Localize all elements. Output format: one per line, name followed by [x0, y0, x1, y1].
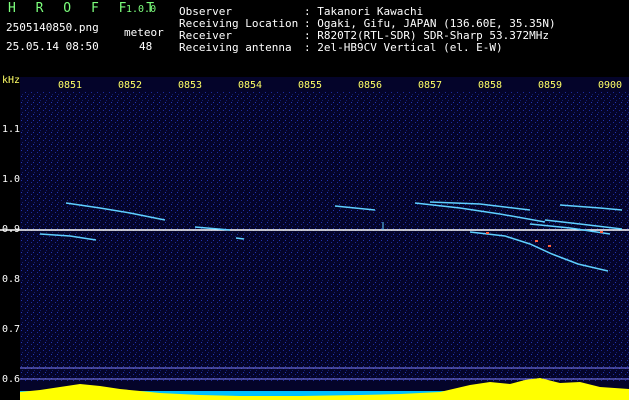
x-tick-label: 0858	[478, 80, 503, 91]
x-tick-label: 0859	[538, 80, 563, 91]
noise-texture	[20, 92, 629, 382]
x-tick-label: 0852	[118, 80, 143, 91]
x-tick-label: 0855	[298, 80, 323, 91]
x-tick-label: 0851	[58, 80, 83, 91]
x-tick-label: 0900	[598, 80, 623, 91]
x-tick-label: 0856	[358, 80, 383, 91]
x-tick-label: 0854	[238, 80, 263, 91]
y-tick-label: 0.7	[2, 324, 21, 335]
hotspot	[535, 240, 538, 242]
x-tick-label: 0853	[178, 80, 203, 91]
spectrogram-overlay	[0, 92, 629, 400]
y-tick-label: 0.6	[2, 374, 21, 385]
hotspot	[548, 245, 551, 247]
hotspot	[486, 232, 489, 234]
y-axis-unit: kHz	[2, 75, 21, 86]
x-tick-label: 0857	[418, 80, 443, 91]
hotspot	[600, 231, 603, 233]
y-tick-label: 0.8	[2, 274, 21, 285]
y-tick-label: 1.0	[2, 174, 21, 185]
trace	[235, 237, 245, 240]
y-tick-label: 1.1	[2, 124, 21, 135]
y-tick-label: 0.9	[2, 224, 21, 235]
